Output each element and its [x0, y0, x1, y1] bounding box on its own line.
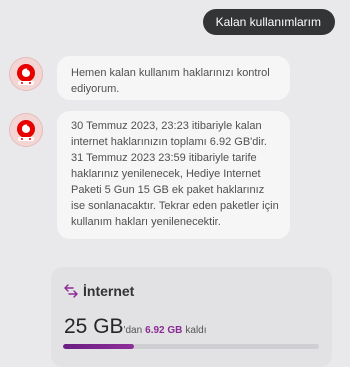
from-word: 'dan	[123, 325, 143, 336]
assistant-avatar	[9, 57, 43, 91]
remaining-word: kaldı	[185, 325, 207, 336]
bot-message-bubble: 30 Temmuz 2023, 23:23 itibariyle kalan i…	[57, 111, 290, 239]
remaining-amount: 6.92 GB	[145, 325, 183, 336]
data-transfer-icon	[64, 284, 78, 298]
card-header: İnternet	[63, 283, 134, 299]
total-amount: 25 GB	[64, 315, 124, 338]
assistant-avatar	[9, 113, 43, 147]
internet-usage-card[interactable]: İnternet 25 GB 'dan 6.92 GB kaldı	[51, 267, 332, 367]
card-title: İnternet	[83, 283, 135, 299]
bot-message-bubble: Hemen kalan kullanım haklarınızı kontrol…	[57, 56, 290, 100]
usage-amount-row: 25 GB 'dan 6.92 GB kaldı	[64, 315, 207, 339]
user-message-bubble: Kalan kullanımlarım	[202, 9, 335, 35]
usage-progress-fill	[63, 344, 134, 349]
usage-progress-bar	[63, 344, 319, 349]
vodafone-robot-icon	[11, 59, 41, 89]
vodafone-robot-icon	[11, 115, 41, 145]
